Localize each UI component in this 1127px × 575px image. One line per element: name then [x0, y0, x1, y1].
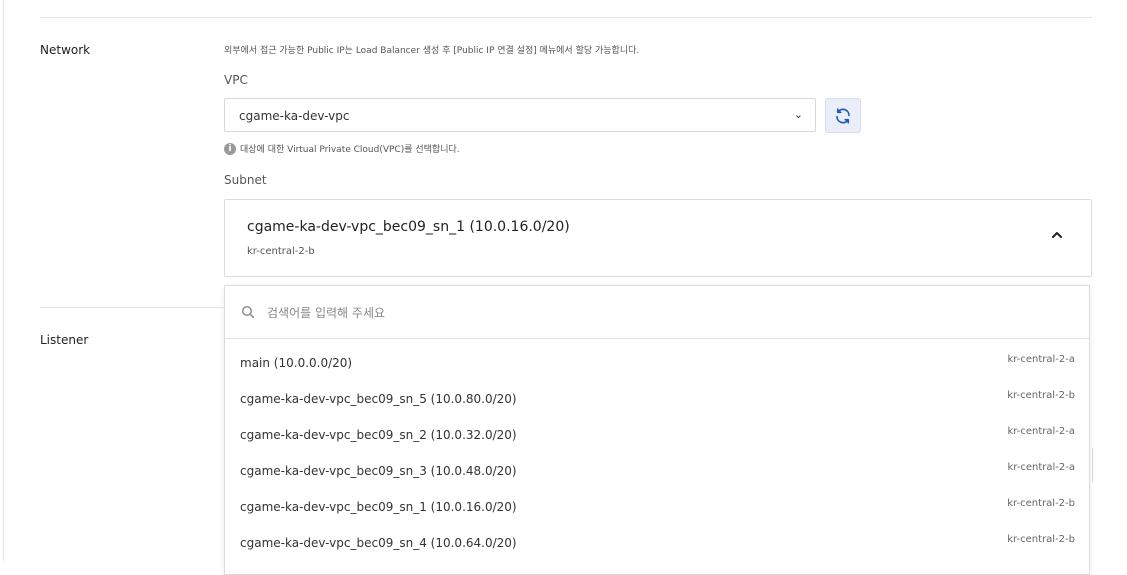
subnet-option[interactable]: cgame-ka-dev-vpc_bec09_sn_3 (10.0.48.0/2…	[225, 453, 1089, 489]
vpc-refresh-button[interactable]	[825, 98, 861, 133]
subnet-selected-name: cgame-ka-dev-vpc_bec09_sn_1 (10.0.16.0/2…	[247, 219, 570, 235]
subnet-option[interactable]: cgame-ka-dev-vpc_bec09_sn_4 (10.0.64.0/2…	[225, 525, 1089, 561]
info-icon: i	[224, 142, 236, 155]
subnet-option-label: cgame-ka-dev-vpc_bec09_sn_2 (10.0.32.0/2…	[240, 428, 517, 442]
page-left-border	[3, 0, 4, 561]
search-icon	[241, 305, 255, 319]
listener-section-label: Listener	[40, 333, 89, 347]
vpc-select[interactable]: cgame-ka-dev-vpc ⌄	[224, 98, 816, 132]
subnet-search-input[interactable]	[265, 300, 769, 326]
subnet-option[interactable]: cgame-ka-dev-vpc_bec09_sn_1 (10.0.16.0/2…	[225, 489, 1089, 525]
subnet-option[interactable]: cgame-ka-dev-vpc_bec09_sn_5 (10.0.80.0/2…	[225, 381, 1089, 417]
vpc-label: VPC	[224, 73, 248, 87]
subnet-selected-zone: kr-central-2-b	[247, 246, 315, 257]
subnet-option-label: cgame-ka-dev-vpc_bec09_sn_3 (10.0.48.0/2…	[240, 464, 517, 478]
subnet-option-zone: kr-central-2-b	[1007, 498, 1075, 509]
subnet-option-label: cgame-ka-dev-vpc_bec09_sn_5 (10.0.80.0/2…	[240, 392, 517, 406]
subnet-option[interactable]: cgame-ka-dev-vpc_bec09_sn_2 (10.0.32.0/2…	[225, 417, 1089, 453]
hidden-field-edge	[1090, 448, 1093, 482]
vpc-hint: i 대상에 대한 Virtual Private Cloud(VPC)를 선택합…	[224, 142, 460, 155]
subnet-dropdown: main (10.0.0.0/20) kr-central-2-a cgame-…	[224, 285, 1090, 575]
network-section-label: Network	[40, 43, 91, 57]
refresh-icon	[836, 108, 850, 124]
subnet-option-zone: kr-central-2-a	[1007, 462, 1075, 473]
subnet-option-zone: kr-central-2-b	[1007, 534, 1075, 545]
subnet-option-zone: kr-central-2-b	[1007, 390, 1075, 401]
subnet-search	[225, 286, 1089, 339]
vpc-hint-text: 대상에 대한 Virtual Private Cloud(VPC)를 선택합니다…	[240, 145, 460, 155]
subnet-option-label: cgame-ka-dev-vpc_bec09_sn_4 (10.0.64.0/2…	[240, 536, 517, 550]
subnet-option-label: cgame-ka-dev-vpc_bec09_sn_1 (10.0.16.0/2…	[240, 500, 517, 514]
subnet-option-zone: kr-central-2-a	[1007, 426, 1075, 437]
section-divider-top	[40, 17, 1092, 18]
subnet-option-zone: kr-central-2-a	[1007, 354, 1075, 365]
subnet-option-label: main (10.0.0.0/20)	[240, 356, 353, 370]
subnet-option[interactable]: main (10.0.0.0/20) kr-central-2-a	[225, 345, 1089, 381]
subnet-select[interactable]: cgame-ka-dev-vpc_bec09_sn_1 (10.0.16.0/2…	[224, 199, 1092, 277]
section-divider-listener	[40, 307, 224, 308]
chevron-down-icon: ⌄	[793, 108, 803, 121]
chevron-up-icon	[1052, 232, 1062, 238]
public-ip-notice: 외부에서 접근 가능한 Public IP는 Load Balancer 생성 …	[224, 46, 640, 56]
vpc-select-value: cgame-ka-dev-vpc	[239, 109, 350, 123]
subnet-label: Subnet	[224, 173, 267, 187]
